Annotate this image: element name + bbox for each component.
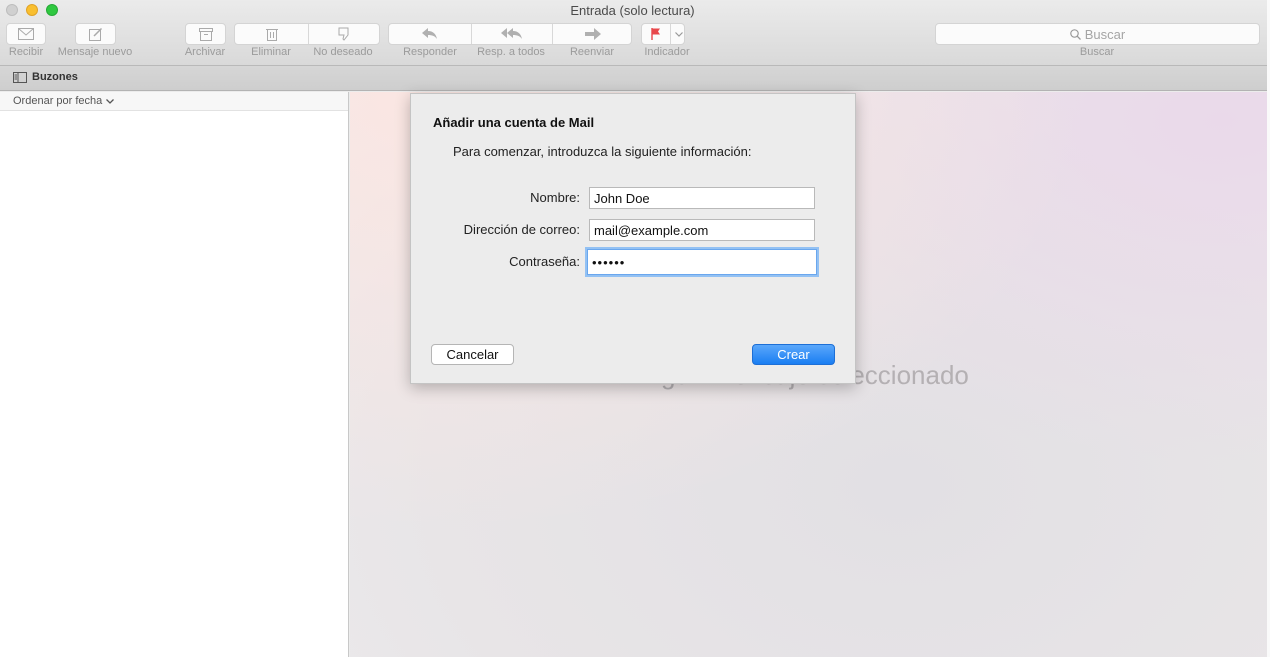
delete-label: Eliminar: [251, 46, 291, 58]
mailboxes-button[interactable]: Buzones: [13, 71, 78, 83]
chevron-down-icon: [674, 31, 683, 37]
chevron-down-icon: [106, 98, 115, 104]
search-icon: [1069, 28, 1081, 40]
archive-button[interactable]: [185, 23, 226, 45]
sidebar-icon: [13, 71, 27, 83]
archive-label: Archivar: [184, 46, 226, 58]
search-placeholder: Buscar: [1084, 26, 1126, 42]
reply-label: Responder: [403, 46, 457, 58]
sort-menu[interactable]: Ordenar por fecha: [0, 92, 348, 111]
reply-button[interactable]: [389, 24, 471, 44]
get-mail-label: Recibir: [8, 46, 44, 58]
reply-all-button[interactable]: [472, 24, 552, 44]
new-message-button[interactable]: [75, 23, 116, 45]
password-field[interactable]: ••••••: [587, 249, 817, 275]
junk-label: No deseado: [313, 46, 373, 58]
flag-icon: [651, 28, 660, 40]
email-label: Dirección de correo:: [463, 222, 580, 237]
toolbar: Entrada (solo lectura) Recibir Mensaje n…: [0, 0, 1270, 66]
flag-label: Indicador: [644, 46, 690, 58]
email-field[interactable]: [589, 219, 815, 241]
favorites-bar: Buzones: [0, 66, 1270, 91]
sort-label: Ordenar por fecha: [13, 95, 103, 107]
reply-all-label: Resp. a todos: [477, 46, 545, 58]
name-label: Nombre:: [530, 190, 580, 205]
envelope-icon: [18, 28, 34, 40]
archive-box-icon: [198, 27, 213, 41]
delete-button[interactable]: [235, 24, 308, 44]
new-message-label: Mensaje nuevo: [57, 46, 133, 58]
search-label: Buscar: [1079, 46, 1115, 58]
dialog-title: Añadir una cuenta de Mail: [433, 115, 595, 130]
create-button[interactable]: Crear: [752, 344, 835, 365]
message-list[interactable]: Ordenar por fecha: [0, 92, 349, 657]
window-title: Entrada (solo lectura): [570, 3, 695, 18]
search-field[interactable]: Buscar: [935, 23, 1260, 45]
add-account-dialog: Añadir una cuenta de Mail Para comenzar,…: [410, 93, 856, 384]
dialog-intro: Para comenzar, introduzca la siguiente i…: [453, 144, 752, 159]
reply-arrow-icon: [422, 28, 437, 39]
thumbs-down-icon: [338, 27, 349, 41]
trash-icon: [265, 29, 278, 41]
name-field[interactable]: [589, 187, 815, 209]
reply-segment: [388, 23, 632, 45]
flag-main[interactable]: [642, 24, 670, 44]
mail-window: Entrada (solo lectura) Recibir Mensaje n…: [0, 0, 1270, 657]
password-label: Contraseña:: [509, 254, 580, 269]
compose-icon: [88, 27, 102, 41]
flag-button[interactable]: [641, 23, 685, 45]
junk-button[interactable]: [309, 24, 381, 44]
reply-all-icon: [501, 28, 522, 39]
cancel-button[interactable]: Cancelar: [431, 344, 514, 365]
mailboxes-label: Buzones: [32, 71, 78, 83]
delete-junk-segment: [234, 23, 380, 45]
get-mail-button[interactable]: [6, 23, 46, 45]
flag-menu-button[interactable]: [671, 24, 686, 44]
forward-button[interactable]: [553, 24, 633, 44]
forward-label: Reenviar: [569, 46, 615, 58]
forward-arrow-icon: [585, 28, 601, 40]
